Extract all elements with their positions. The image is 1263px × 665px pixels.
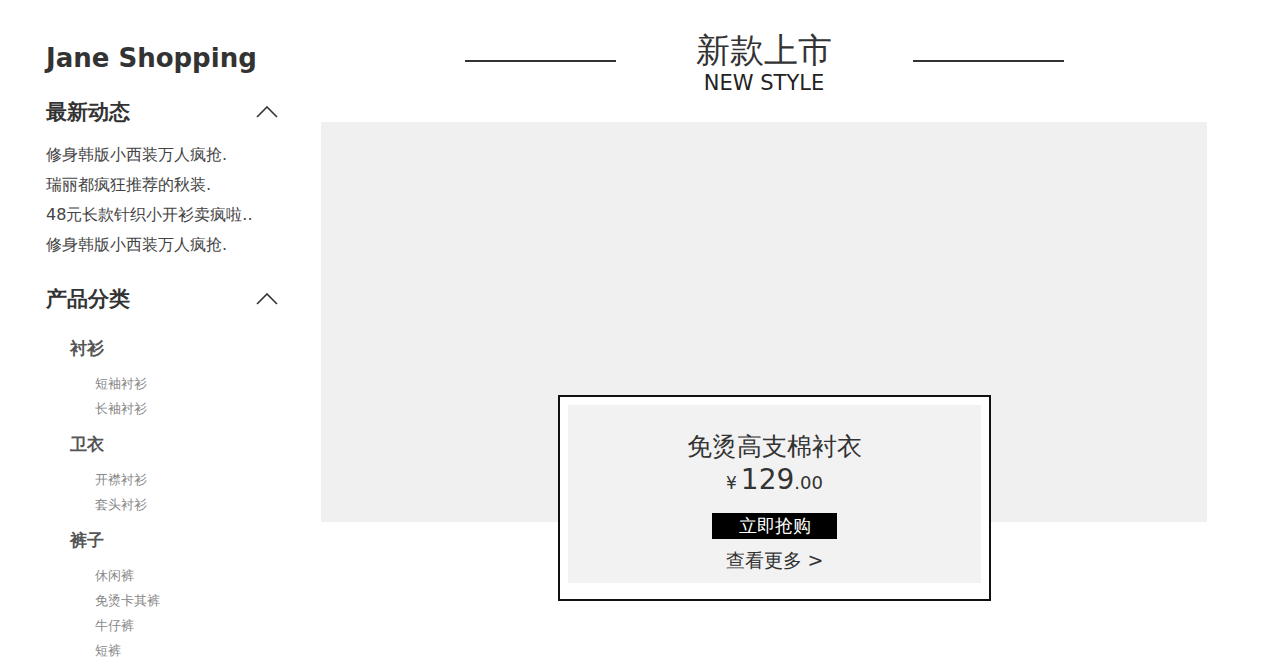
categories-title: 产品分类 <box>46 285 130 313</box>
category-group: 裤子休闲裤免烫卡其裤牛仔裤短裤 <box>70 527 290 663</box>
subcategory-item[interactable]: 短裤 <box>95 638 290 663</box>
subcategory-item[interactable]: 套头衬衫 <box>95 492 290 517</box>
news-item[interactable]: 修身韩版小西装万人疯抢. <box>46 230 290 260</box>
chevron-up-icon[interactable] <box>256 106 278 118</box>
subcategory-item[interactable]: 开襟衬衫 <box>95 467 290 492</box>
category-group: 衬衫短袖衬衫长袖衬衫 <box>70 335 290 421</box>
subcategory-item[interactable]: 牛仔裤 <box>95 613 290 638</box>
product-card: 免烫高支棉衬衣¥129.00立即抢购查看更多 > <box>558 395 991 601</box>
news-item[interactable]: 瑞丽都疯狂推荐的秋装. <box>46 170 290 200</box>
price-currency: ¥ <box>726 467 737 499</box>
section-heading: 新款上市NEW STYLE <box>321 29 1207 95</box>
product-card-body: 免烫高支棉衬衣¥129.00立即抢购查看更多 > <box>568 405 981 583</box>
news-header[interactable]: 最新动态 <box>46 98 278 126</box>
category-group: 卫衣开襟衬衫套头衬衫 <box>70 431 290 517</box>
sidebar: Jane Shopping最新动态修身韩版小西装万人疯抢.瑞丽都疯狂推荐的秋装.… <box>0 0 290 665</box>
heading-title: 新款上市 <box>696 29 832 71</box>
heading-rule <box>465 60 616 62</box>
page: Jane Shopping最新动态修身韩版小西装万人疯抢.瑞丽都疯狂推荐的秋装.… <box>0 0 1263 665</box>
subcategory-item[interactable]: 短袖衬衫 <box>95 371 290 396</box>
subcategory-list: 开襟衬衫套头衬衫 <box>70 467 290 517</box>
more-link[interactable]: 查看更多 > <box>726 548 824 572</box>
news-item[interactable]: 修身韩版小西装万人疯抢. <box>46 140 290 170</box>
heading-subtitle: NEW STYLE <box>704 71 824 95</box>
heading-rule <box>913 60 1064 62</box>
main: 新款上市NEW STYLE免烫高支棉衬衣¥129.00立即抢购查看更多 > <box>321 0 1207 665</box>
product-price: ¥129.00 <box>726 464 823 499</box>
brand[interactable]: Jane Shopping <box>46 42 290 74</box>
category-name[interactable]: 裤子 <box>70 527 290 553</box>
category-list: 衬衫短袖衬衫长袖衬衫卫衣开襟衬衫套头衬衫裤子休闲裤免烫卡其裤牛仔裤短裤 <box>46 335 290 663</box>
subcategory-list: 休闲裤免烫卡其裤牛仔裤短裤 <box>70 563 290 663</box>
buy-button[interactable]: 立即抢购 <box>712 513 837 539</box>
category-name[interactable]: 卫衣 <box>70 431 290 457</box>
subcategory-list: 短袖衬衫长袖衬衫 <box>70 371 290 421</box>
chevron-up-icon[interactable] <box>256 293 278 305</box>
categories-header[interactable]: 产品分类 <box>46 285 278 313</box>
price-main: 129 <box>741 464 794 496</box>
subcategory-item[interactable]: 休闲裤 <box>95 563 290 588</box>
subcategory-item[interactable]: 长袖衬衫 <box>95 396 290 421</box>
product-image[interactable]: 免烫高支棉衬衣¥129.00立即抢购查看更多 > <box>321 122 1207 522</box>
news-title: 最新动态 <box>46 98 130 126</box>
news-item[interactable]: 48元长款针织小开衫卖疯啦.. <box>46 200 290 230</box>
product-name: 免烫高支棉衬衣 <box>687 432 862 462</box>
subcategory-item[interactable]: 免烫卡其裤 <box>95 588 290 613</box>
category-name[interactable]: 衬衫 <box>70 335 290 361</box>
heading-text: 新款上市NEW STYLE <box>616 29 913 95</box>
price-cents: .00 <box>794 467 823 499</box>
news-list: 修身韩版小西装万人疯抢.瑞丽都疯狂推荐的秋装.48元长款针织小开衫卖疯啦..修身… <box>46 140 290 260</box>
